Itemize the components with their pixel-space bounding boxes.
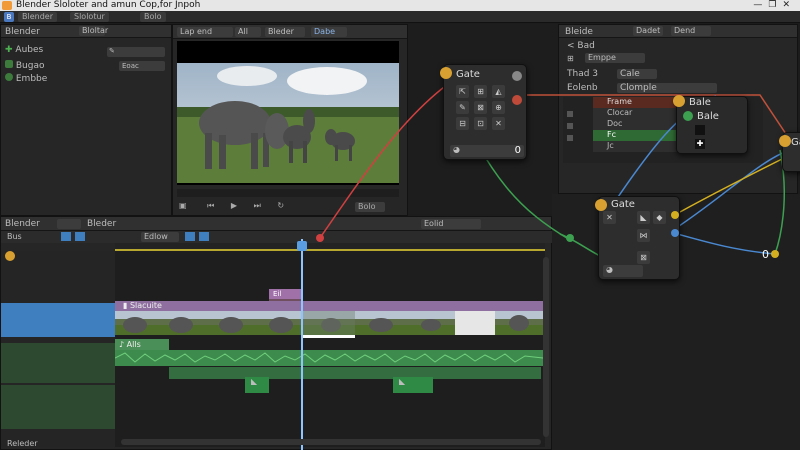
socket-red[interactable] [316, 234, 324, 242]
node-title: Gate [456, 69, 480, 80]
node-grid-icon[interactable]: ⊠ [637, 251, 650, 264]
close-icon[interactable]: ✕ [603, 211, 616, 224]
socket-green[interactable] [566, 234, 574, 242]
node-title: Bale [697, 111, 719, 122]
node-grid-icon[interactable]: ◭ [492, 85, 505, 98]
node-grid-icon[interactable]: ✕ [492, 117, 505, 130]
node-grid-icon[interactable]: ◆ [653, 211, 666, 224]
link-yellow [679, 154, 791, 213]
node-links [316, 83, 791, 258]
node-grid-icon[interactable]: ⇱ [456, 85, 469, 98]
node-value-icon: ◕ [453, 145, 460, 154]
node-value-field[interactable]: ◕ [603, 265, 643, 277]
check-icon[interactable] [683, 111, 693, 121]
node-grid-icon[interactable]: ◣ [637, 211, 650, 224]
node-collapse-icon[interactable] [512, 71, 522, 81]
node-grid-icon[interactable]: ⊠ [474, 101, 487, 114]
node-socket-icon[interactable] [440, 67, 452, 79]
node-output-socket[interactable] [671, 229, 679, 237]
node-value: 0 [514, 145, 521, 156]
socket-yellow[interactable] [771, 250, 779, 258]
link-blue [669, 231, 776, 255]
gate-node-1[interactable]: Gate ⇱ ⊞ ◭ ✎ ⊠ ⊕ ⊟ ⊡ ✕ ◕ 0 [440, 64, 527, 160]
output-value: 0 [762, 248, 769, 261]
node-value-icon: ◕ [606, 265, 613, 274]
node-grid-icon[interactable]: ✎ [456, 101, 469, 114]
node-value-field[interactable]: ◕ 0 [450, 145, 524, 157]
node-output-socket[interactable] [512, 95, 522, 105]
link-red [319, 83, 449, 239]
link-blue [669, 149, 791, 233]
node-grid-icon[interactable]: ⊟ [456, 117, 469, 130]
gate-node-3[interactable]: Bale Bale ✚ [673, 95, 748, 154]
add-icon[interactable]: ✚ [695, 139, 705, 149]
node-grid-icon[interactable]: ⊡ [474, 117, 487, 130]
link-green [559, 233, 601, 257]
node-grid-icon[interactable]: ⊕ [492, 101, 505, 114]
node-socket-icon[interactable] [779, 135, 791, 147]
node-output-socket[interactable] [671, 211, 679, 219]
node-swatch[interactable] [695, 125, 705, 135]
node-title: Gate [611, 199, 635, 210]
node-socket-icon[interactable] [673, 95, 685, 107]
node-socket-icon[interactable] [595, 199, 607, 211]
node-grid-icon[interactable]: ⋈ [637, 229, 650, 242]
node-title: Gate [791, 137, 800, 148]
link-orange [515, 94, 791, 141]
gate-node-4[interactable]: Gate [779, 132, 800, 172]
node-grid-icon[interactable]: ⊞ [474, 85, 487, 98]
node-title: Bale [689, 97, 711, 108]
gate-node-2[interactable]: Gate ✕ ◣ ◆ ⋈ ⊠ ◕ [595, 196, 680, 280]
